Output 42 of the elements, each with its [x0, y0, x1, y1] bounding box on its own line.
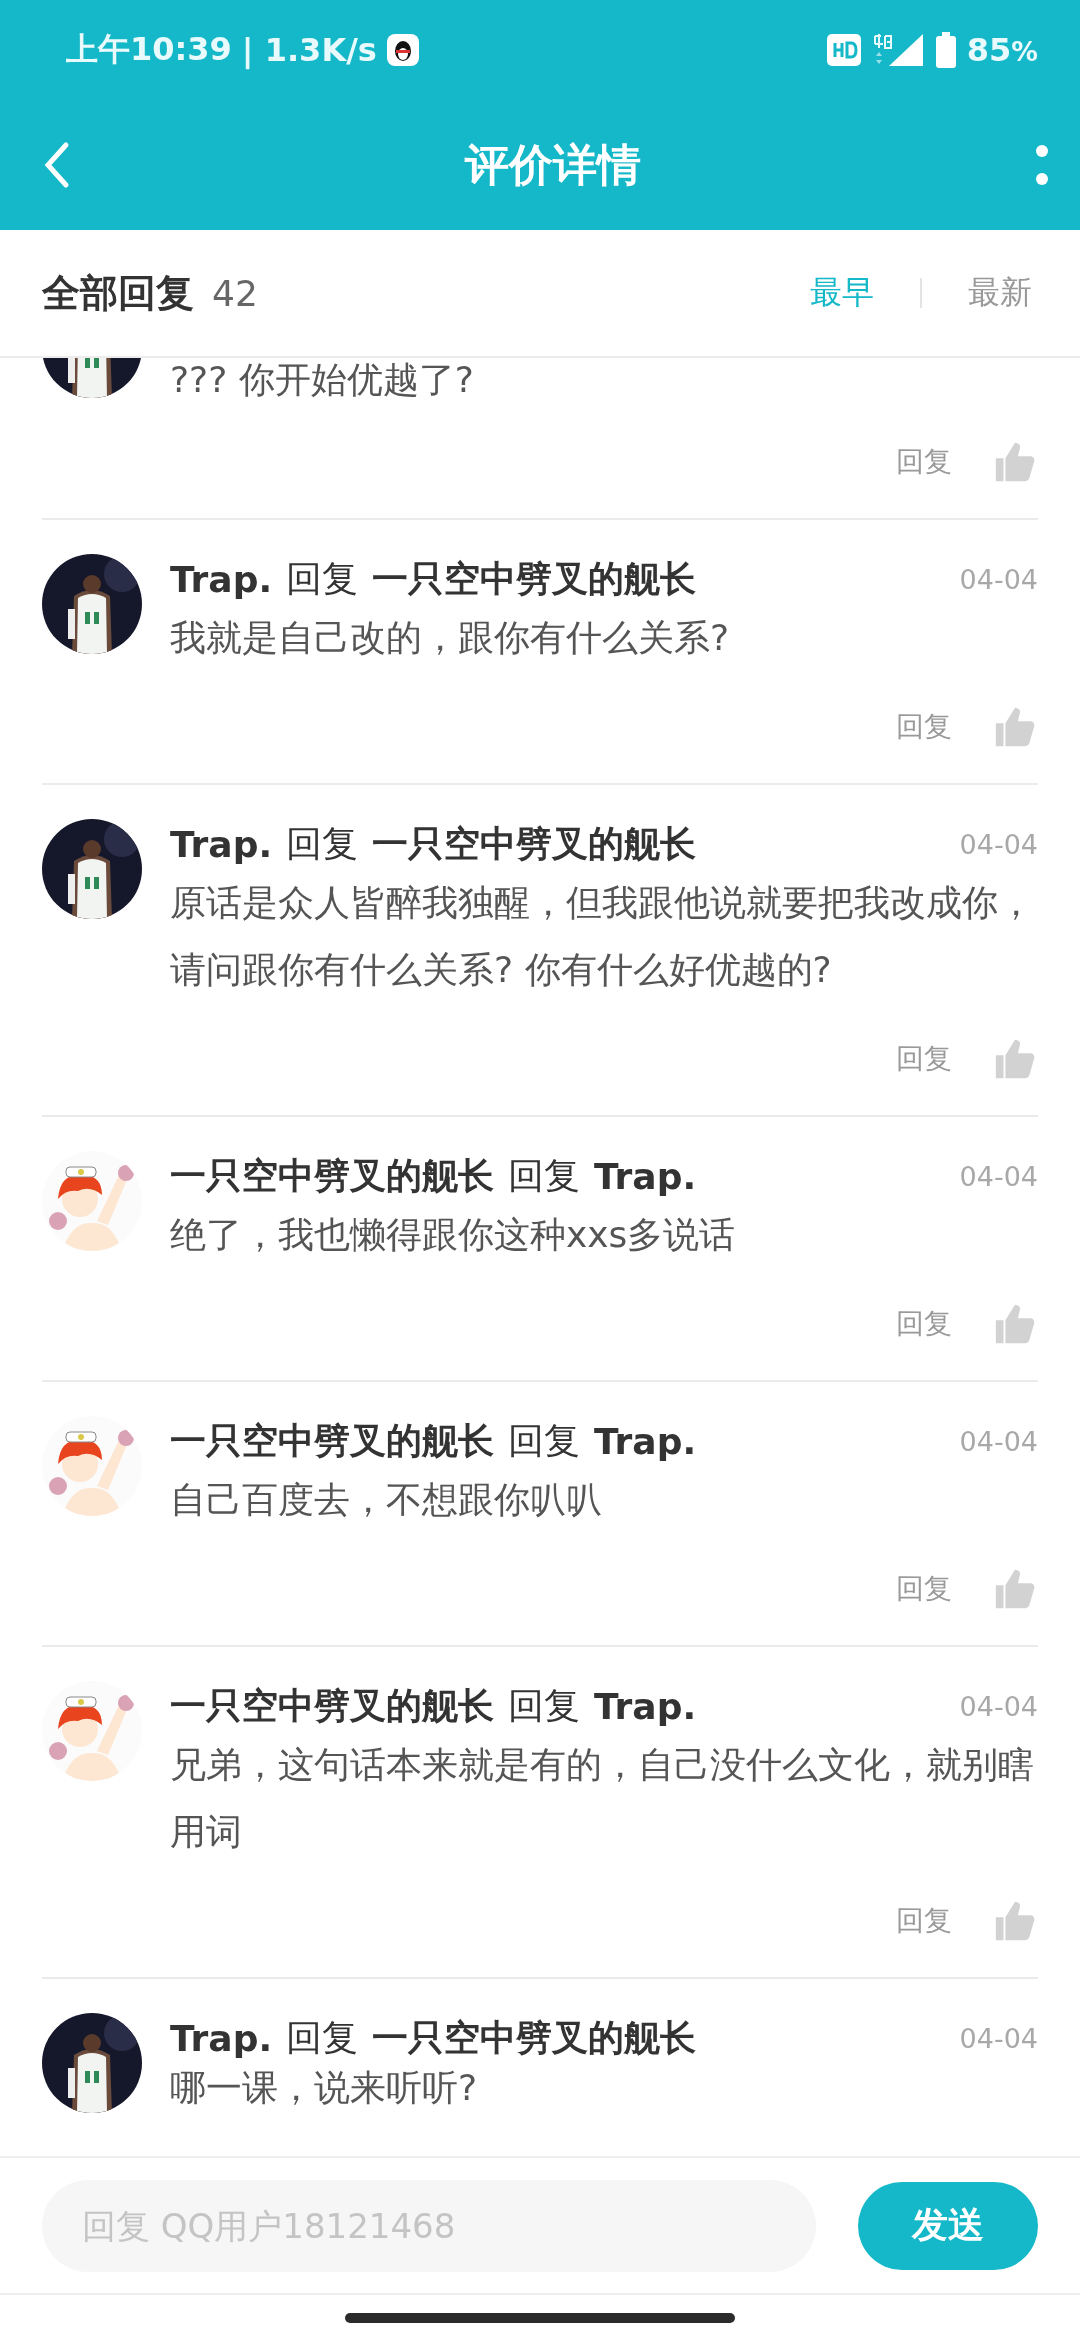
author-name[interactable]: 一只空中劈叉的舰长 — [170, 1681, 494, 1731]
comment-text: 绝了，我也懒得跟你这种xxs多说话 — [170, 1213, 737, 1257]
reply-count: 42 — [212, 272, 258, 314]
reply-target-name[interactable]: 一只空中劈叉的舰长 — [372, 554, 697, 604]
reply-target-name[interactable]: Trap. — [594, 1420, 697, 1462]
reply-label: 回复 — [508, 1418, 580, 1463]
author-name[interactable]: 一只空中劈叉的舰长 — [170, 1416, 494, 1466]
network-speed: | 1.3K/s — [241, 31, 377, 69]
comment-date: 04-04 — [959, 1425, 1038, 1457]
comment-text: 自己百度去，不想跟你叭叭 — [170, 1478, 603, 1522]
reply-target-name[interactable]: Trap. — [594, 1155, 697, 1197]
comment-date: 04-04 — [959, 828, 1038, 860]
penguin-icon — [386, 34, 419, 66]
author-name[interactable]: Trap. — [170, 558, 273, 600]
comment-text: ??? 你开始优越了? — [170, 358, 475, 402]
comment-date: 04-04 — [959, 1160, 1038, 1192]
comment-date: 04-04 — [959, 2022, 1038, 2054]
reply-label: 回复 — [286, 821, 359, 866]
author-name[interactable]: Trap. — [170, 823, 273, 865]
home-indicator[interactable] — [345, 2312, 735, 2323]
status-time: 上午10:39 — [66, 29, 232, 70]
comment-text: 兄弟，这句话本来就是有的，自己没什么文化，就别瞎用词 — [170, 1743, 1035, 1854]
author-name[interactable]: Trap. — [170, 2017, 273, 2059]
comment-text: 原话是众人皆醉我独醒，但我跟他说就要把我改成你，请问跟你有什么关系? 你有什么好优越的? — [170, 881, 1035, 992]
more-icon[interactable] — [1034, 143, 1050, 187]
reply-target-name[interactable]: Trap. — [594, 1685, 697, 1727]
reply-label: 回复 — [508, 1683, 580, 1728]
battery-icon — [934, 32, 957, 68]
comment-text: 我就是自己改的，跟你有什么关系? — [170, 616, 731, 660]
comment-date: 04-04 — [959, 1690, 1038, 1722]
replies-heading: 全部回复 — [42, 269, 194, 317]
reply-target-name[interactable]: 一只空中劈叉的舰长 — [372, 2013, 697, 2063]
reply-label: 回复 — [508, 1153, 580, 1198]
reply-label: 回复 — [286, 2015, 359, 2060]
hd-icon — [826, 34, 861, 66]
reply-label: 回复 — [286, 556, 359, 601]
page-title: 评价详情 — [463, 137, 642, 192]
author-name[interactable]: 一只空中劈叉的舰长 — [170, 1151, 494, 1201]
comment-text: 哪一课，说来听听? — [170, 2066, 479, 2110]
battery-level: 85% — [966, 31, 1038, 69]
reply-target-name[interactable]: 一只空中劈叉的舰长 — [372, 819, 697, 869]
comment-date: 04-04 — [959, 563, 1038, 595]
